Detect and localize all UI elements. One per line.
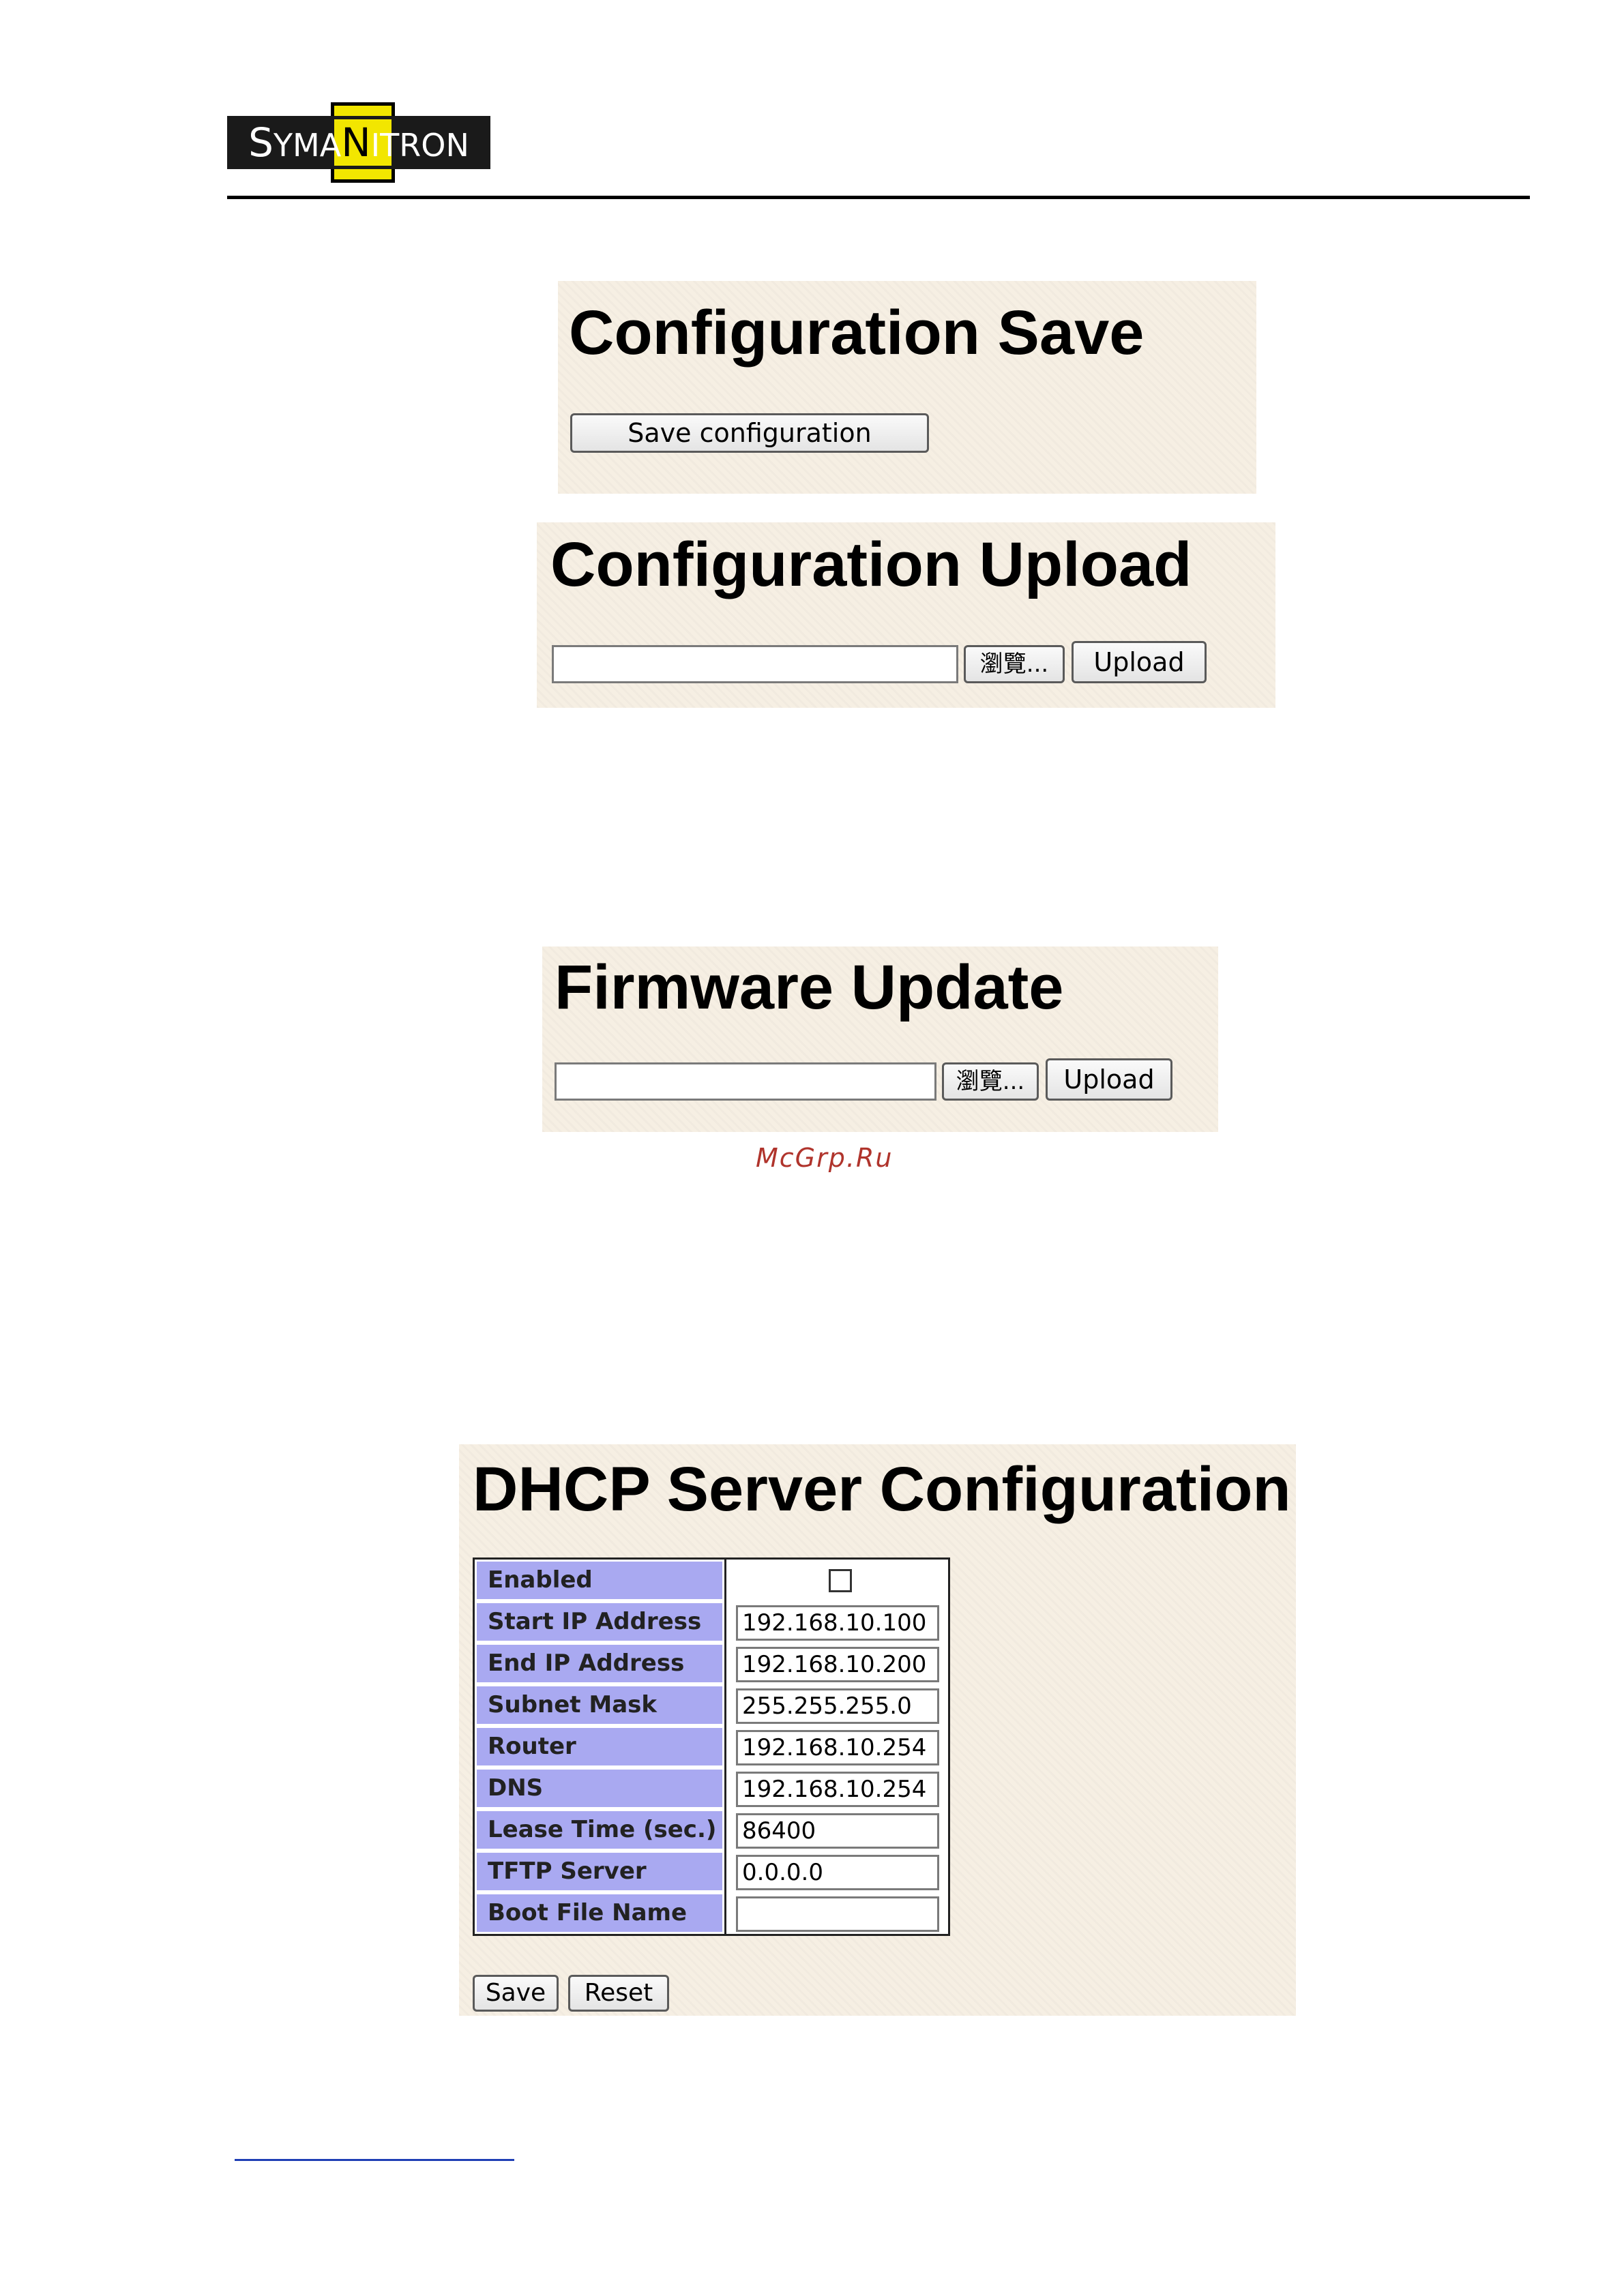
dhcp-label: Enabled xyxy=(477,1562,722,1599)
dhcp-row-subnet-mask: Subnet Mask xyxy=(475,1684,948,1726)
dhcp-value-cell xyxy=(724,1809,948,1851)
dhcp-value-cell xyxy=(724,1892,948,1934)
firmware-update-title: Firmware Update xyxy=(555,953,1064,1022)
dhcp-row-lease-time: Lease Time (sec.) xyxy=(475,1809,948,1851)
firmware-file-input[interactable] xyxy=(555,1062,936,1101)
watermark-text: McGrp.Ru xyxy=(756,1143,894,1173)
logo-letters-itron: ITRON xyxy=(370,127,469,164)
end-ip-field[interactable] xyxy=(736,1647,939,1682)
configuration-browse-button[interactable]: 瀏覽... xyxy=(964,645,1065,683)
dhcp-value-cell xyxy=(724,1726,948,1768)
logo-wordmark: SYMANITRON xyxy=(227,116,490,169)
boot-file-name-field[interactable] xyxy=(736,1896,939,1932)
configuration-upload-button[interactable]: Upload xyxy=(1072,641,1207,683)
save-configuration-button[interactable]: Save configuration xyxy=(570,413,929,453)
dhcp-row-start-ip: Start IP Address xyxy=(475,1601,948,1643)
logo-letter-n: N xyxy=(341,119,371,166)
dhcp-value-cell xyxy=(724,1684,948,1726)
logo-letters-yma: YMA xyxy=(273,127,342,164)
dhcp-value-cell xyxy=(724,1560,948,1601)
dns-field[interactable] xyxy=(736,1772,939,1807)
router-field[interactable] xyxy=(736,1730,939,1765)
configuration-save-title: Configuration Save xyxy=(569,298,1145,368)
dhcp-settings-table: Enabled Start IP Address End IP Address … xyxy=(473,1557,950,1936)
dhcp-server-title: DHCP Server Configuration xyxy=(473,1455,1291,1524)
dhcp-label: DNS xyxy=(477,1770,722,1807)
dhcp-label: Lease Time (sec.) xyxy=(477,1811,722,1849)
dhcp-value-cell xyxy=(724,1643,948,1684)
dhcp-label: TFTP Server xyxy=(477,1853,722,1890)
footnote-divider xyxy=(235,2159,514,2161)
dhcp-value-cell xyxy=(724,1851,948,1892)
symanitron-logo: SYMANITRON xyxy=(227,102,490,183)
firmware-update-panel: Firmware Update 瀏覽... Upload xyxy=(542,946,1218,1132)
dhcp-value-cell xyxy=(724,1768,948,1809)
dhcp-row-enabled: Enabled xyxy=(475,1560,948,1601)
tftp-server-field[interactable] xyxy=(736,1855,939,1890)
header-divider xyxy=(227,196,1530,199)
dhcp-label: Subnet Mask xyxy=(477,1686,722,1724)
dhcp-row-tftp-server: TFTP Server xyxy=(475,1851,948,1892)
logo-letter-s: S xyxy=(248,119,274,166)
dhcp-row-dns: DNS xyxy=(475,1768,948,1809)
dhcp-label: Boot File Name xyxy=(477,1894,722,1932)
dhcp-label: Start IP Address xyxy=(477,1603,722,1641)
save-button[interactable]: Save xyxy=(473,1975,559,2012)
configuration-upload-panel: Configuration Upload 瀏覽... Upload xyxy=(537,522,1275,708)
start-ip-field[interactable] xyxy=(736,1605,939,1641)
dhcp-value-cell xyxy=(724,1601,948,1643)
dhcp-row-router: Router xyxy=(475,1726,948,1768)
dhcp-label: Router xyxy=(477,1728,722,1765)
reset-button[interactable]: Reset xyxy=(568,1975,669,2012)
dhcp-row-boot-file-name: Boot File Name xyxy=(475,1892,948,1934)
configuration-file-input[interactable] xyxy=(552,645,958,683)
dhcp-label: End IP Address xyxy=(477,1645,722,1682)
dhcp-row-end-ip: End IP Address xyxy=(475,1643,948,1684)
subnet-mask-field[interactable] xyxy=(736,1688,939,1724)
configuration-save-panel: Configuration Save Save configuration xyxy=(558,281,1256,494)
dhcp-server-panel: DHCP Server Configuration Enabled Start … xyxy=(459,1444,1296,2016)
firmware-upload-button[interactable]: Upload xyxy=(1046,1058,1172,1101)
configuration-upload-title: Configuration Upload xyxy=(550,530,1192,599)
enabled-checkbox[interactable] xyxy=(829,1569,852,1592)
firmware-browse-button[interactable]: 瀏覽... xyxy=(942,1062,1039,1101)
lease-time-field[interactable] xyxy=(736,1813,939,1849)
